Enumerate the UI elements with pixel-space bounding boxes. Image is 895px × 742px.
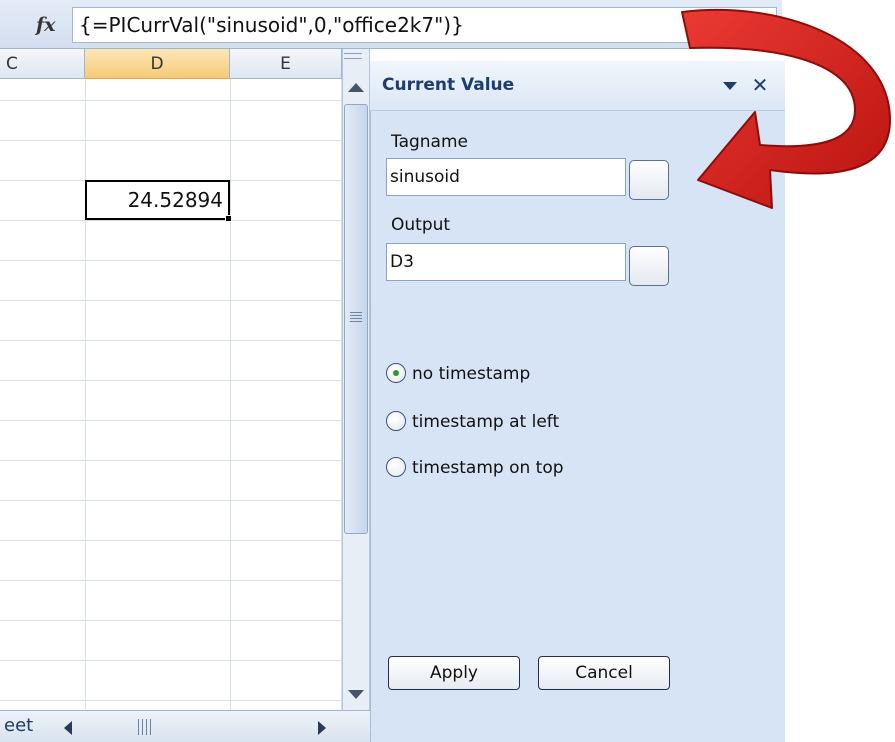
- scroll-left-icon[interactable]: [64, 721, 72, 735]
- split-box[interactable]: [344, 53, 362, 59]
- radio-label: timestamp at left: [412, 412, 560, 432]
- sheet-tab-strip: [0, 710, 370, 742]
- scroll-down-icon[interactable]: [348, 690, 364, 699]
- insert-function-icon[interactable]: fx: [36, 12, 66, 38]
- scroll-right-icon[interactable]: [318, 721, 326, 735]
- sheet-tab[interactable]: eet: [0, 712, 48, 740]
- curved-red-arrow-icon: [681, 8, 891, 209]
- active-cell-d3[interactable]: 24.52894: [85, 180, 230, 220]
- column-header-c[interactable]: C: [0, 49, 85, 79]
- radio-button[interactable]: [386, 457, 406, 477]
- radio-selected-dot: [393, 370, 399, 376]
- scroll-up-icon[interactable]: [348, 83, 364, 92]
- apply-button[interactable]: Apply: [388, 656, 520, 690]
- horizontal-scroll-thumb[interactable]: [138, 719, 152, 735]
- output-field[interactable]: D3: [386, 243, 626, 281]
- column-header-d[interactable]: D: [85, 49, 230, 79]
- tagname-field[interactable]: sinusoid: [386, 158, 626, 196]
- radio-label: timestamp on top: [412, 458, 564, 478]
- tagname-label: Tagname: [391, 132, 468, 152]
- fill-handle[interactable]: [225, 215, 232, 222]
- output-label: Output: [391, 215, 451, 235]
- pane-title: Current Value: [382, 75, 515, 95]
- cell-grid[interactable]: [0, 79, 342, 710]
- cancel-button[interactable]: Cancel: [538, 656, 670, 690]
- radio-button[interactable]: [386, 363, 406, 383]
- column-header-e[interactable]: E: [230, 49, 342, 79]
- radio-button[interactable]: [386, 411, 406, 431]
- radio-label: no timestamp: [412, 364, 531, 384]
- grip-icon: [350, 312, 362, 324]
